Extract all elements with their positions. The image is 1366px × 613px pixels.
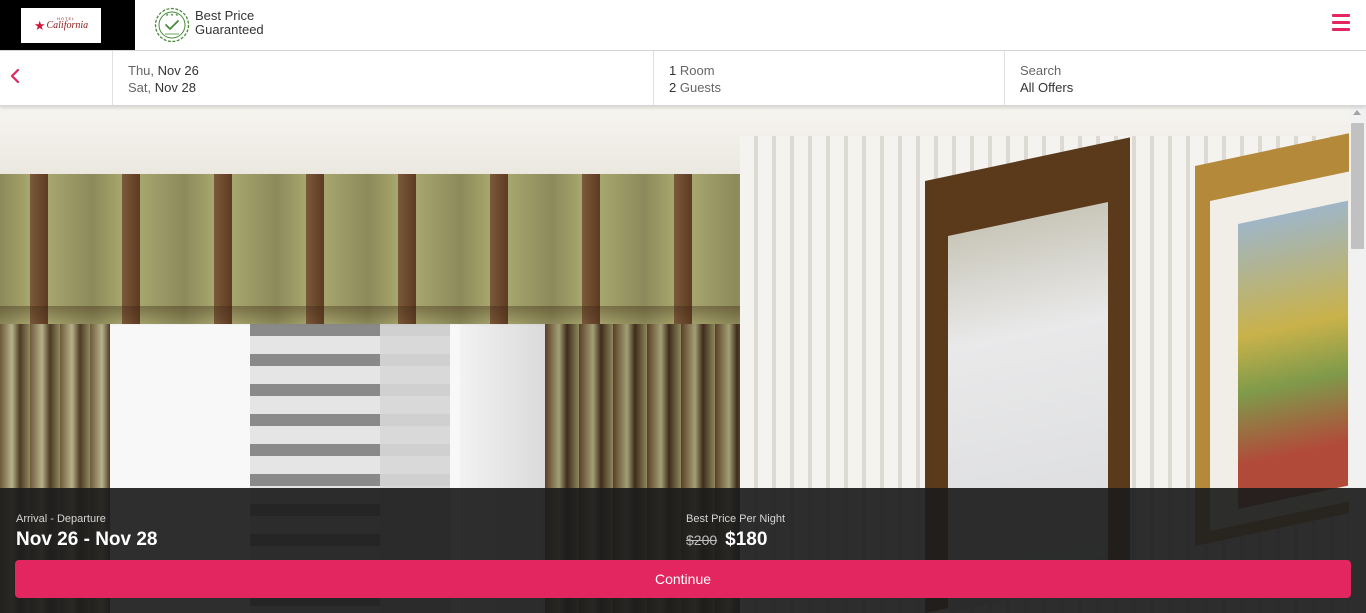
- hamburger-menu-icon[interactable]: [1332, 14, 1350, 34]
- offers-value: All Offers: [1020, 80, 1074, 95]
- discounted-price: $180: [725, 529, 768, 550]
- price-label: Best Price Per Night: [686, 513, 786, 525]
- logo-subtext: HOTEL: [57, 16, 76, 21]
- price-block: Best Price Per Night $200 $180: [686, 513, 785, 552]
- rooms-label: Room: [679, 63, 715, 78]
- best-price-guaranteed-text: Best Price Guaranteed: [195, 9, 264, 37]
- arrival-departure-label: Arrival - Departure: [16, 513, 106, 525]
- dates-selector[interactable]: Thu, Nov 26 Sat, Nov 28: [113, 51, 654, 105]
- svg-text:★ ★ ★: ★ ★ ★: [165, 12, 179, 17]
- checkin-weekday: Thu,: [128, 63, 155, 78]
- logo-text: California: [46, 20, 89, 31]
- scroll-up-arrow-icon[interactable]: [1353, 110, 1361, 115]
- guests-label: Guests: [679, 80, 722, 95]
- best-price-badge-icon: ★ ★ ★: [154, 7, 190, 43]
- continue-button[interactable]: Continue: [15, 560, 1351, 598]
- best-price-line1: Best Price: [195, 8, 255, 23]
- hotel-logo[interactable]: HOTEL ★ California: [21, 8, 101, 43]
- guests-number: 2: [669, 80, 677, 95]
- top-header: HOTEL ★ California ★ ★ ★ Best Price Guar…: [0, 0, 1366, 51]
- original-price: $200: [686, 532, 718, 548]
- back-button[interactable]: [0, 51, 113, 105]
- booking-summary-bar: Arrival - Departure Nov 26 - Nov 28 Best…: [0, 488, 1366, 613]
- logo-star-icon: ★: [33, 18, 46, 33]
- scroll-thumb[interactable]: [1351, 123, 1364, 249]
- checkin-day: Nov 26: [157, 63, 199, 78]
- logo-container[interactable]: HOTEL ★ California: [0, 0, 135, 50]
- curtain-valance: [0, 174, 745, 324]
- offers-selector[interactable]: Search All Offers: [1005, 51, 1366, 105]
- rooms-count: 1 Room: [669, 62, 1004, 79]
- arrival-departure-value: Nov 26 - Nov 28: [16, 529, 158, 550]
- checkout-day: Nov 28: [154, 80, 196, 95]
- best-price-line2: Guaranteed: [195, 22, 264, 37]
- rooms-number: 1: [669, 63, 677, 78]
- search-summary-bar: Thu, Nov 26 Sat, Nov 28 1 Room 2 Guests …: [0, 51, 1366, 106]
- checkout-weekday: Sat,: [128, 80, 152, 95]
- checkout-date: Sat, Nov 28: [128, 79, 653, 96]
- offers-label: Search: [1020, 63, 1062, 78]
- guests-count: 2 Guests: [669, 79, 1004, 96]
- checkin-date: Thu, Nov 26: [128, 62, 653, 79]
- arrival-departure-block: Arrival - Departure Nov 26 - Nov 28: [16, 513, 158, 552]
- chevron-left-icon: [10, 69, 20, 83]
- guests-selector[interactable]: 1 Room 2 Guests: [654, 51, 1005, 105]
